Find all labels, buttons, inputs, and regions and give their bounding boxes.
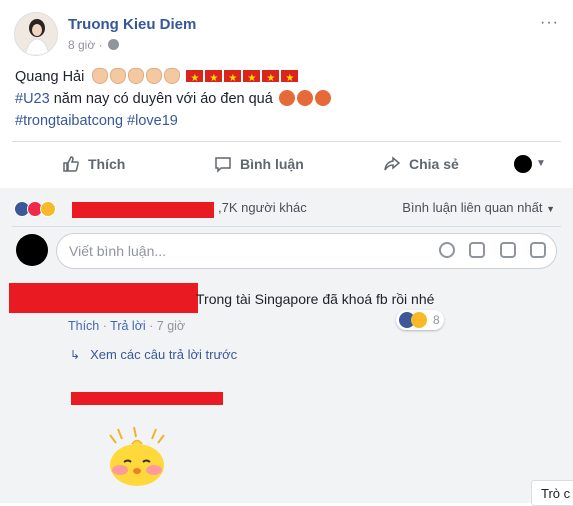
comment-composer: Viết bình luận... bbox=[16, 233, 561, 269]
viewer-avatar[interactable] bbox=[514, 155, 532, 173]
clap-icon bbox=[146, 68, 163, 84]
vietnam-flag-icon bbox=[243, 68, 261, 90]
post-header: Truong Kieu Diem 8 giờ · ··· bbox=[14, 12, 559, 58]
chat-label: Trò c bbox=[541, 486, 571, 501]
camera-icon[interactable] bbox=[469, 242, 486, 258]
share-icon bbox=[384, 156, 401, 171]
more-options-icon[interactable]: ··· bbox=[540, 14, 559, 32]
post-time[interactable]: 8 giờ bbox=[68, 38, 95, 52]
comment-label: Bình luận bbox=[240, 156, 304, 172]
content-line-1: Quang Hải bbox=[15, 66, 331, 90]
clap-icon bbox=[110, 68, 127, 84]
reply-arrow-icon: ↳ bbox=[70, 348, 81, 362]
divider bbox=[12, 226, 561, 227]
content-text-2: năm nay có duyên với áo đen quá bbox=[49, 91, 273, 107]
comment-sort-dropdown[interactable]: Bình luận liên quan nhất ▼ bbox=[402, 200, 555, 215]
share-button[interactable]: Chia sẻ bbox=[383, 146, 459, 182]
content-line-2: #U23 năm nay có duyên với áo đen quá bbox=[15, 88, 331, 110]
viewer-avatar bbox=[16, 234, 48, 266]
content-text-1: Quang Hải bbox=[15, 69, 85, 85]
post-actions: Thích Bình luận Chia sẻ ▼ bbox=[12, 146, 561, 182]
comment-input[interactable]: Viết bình luận... bbox=[56, 233, 557, 269]
content-line-3: #trongtaibatcong #love19 bbox=[15, 110, 331, 132]
gif-icon[interactable] bbox=[499, 242, 516, 258]
post-content: Quang Hải #U23 năm nay có duyên với áo đ… bbox=[15, 66, 331, 132]
comment-reactions[interactable]: 8 bbox=[396, 310, 444, 330]
globe-icon bbox=[107, 39, 119, 50]
view-previous-replies[interactable]: ↳ Xem các câu trả lời trước bbox=[70, 347, 237, 362]
chevron-down-icon: ▼ bbox=[546, 204, 555, 214]
like-label: Thích bbox=[88, 156, 126, 172]
comment-placeholder: Viết bình luận... bbox=[69, 243, 167, 259]
comment-time[interactable]: 7 giờ bbox=[157, 319, 185, 333]
comment-button[interactable]: Bình luận bbox=[214, 146, 304, 182]
sticker-icon[interactable] bbox=[530, 242, 546, 258]
reactions-bar: ,7K người khác Bình luận liên quan nhất … bbox=[14, 199, 559, 219]
author-avatar[interactable] bbox=[14, 12, 58, 56]
comment-sort-label: Bình luận liên quan nhất bbox=[402, 200, 543, 215]
vietnam-flag-icon bbox=[224, 68, 242, 90]
haha-reaction-icon bbox=[411, 312, 427, 328]
redacted-reply-name bbox=[71, 392, 223, 405]
redacted-names bbox=[72, 202, 214, 218]
reaction-count[interactable]: ,7K người khác bbox=[218, 200, 307, 215]
hashtags[interactable]: #trongtaibatcong #love19 bbox=[15, 113, 178, 129]
share-label: Chia sẻ bbox=[409, 156, 459, 172]
chat-tab[interactable]: Trò c bbox=[531, 480, 573, 506]
comment-icon bbox=[215, 157, 231, 173]
like-button[interactable]: Thích bbox=[62, 146, 125, 182]
composer-icons bbox=[429, 242, 546, 263]
angry-face-icon bbox=[296, 90, 313, 106]
divider bbox=[12, 141, 561, 142]
vietnam-flag-icon bbox=[281, 68, 299, 90]
chevron-down-icon[interactable]: ▼ bbox=[536, 146, 546, 182]
vietnam-flag-icon bbox=[186, 68, 204, 90]
comment-reply-link[interactable]: Trả lời bbox=[110, 319, 146, 333]
redacted-commenter bbox=[9, 283, 198, 313]
facebook-post: Truong Kieu Diem 8 giờ · ··· Quang Hải #… bbox=[0, 0, 573, 506]
emoji-icon[interactable] bbox=[438, 242, 455, 258]
comment-reaction-count: 8 bbox=[433, 313, 440, 327]
clap-icon bbox=[128, 68, 145, 84]
clap-icon bbox=[92, 68, 109, 84]
comment-text: Trong tài Singapore đã khoá fb rồi nhé bbox=[196, 291, 435, 307]
angry-face-icon bbox=[278, 90, 295, 106]
vietnam-flag-icon bbox=[262, 68, 280, 90]
comment-meta: Thích · Trả lời · 7 giờ bbox=[68, 319, 186, 333]
hashtag-u23[interactable]: #U23 bbox=[15, 91, 50, 107]
post-meta: 8 giờ · bbox=[68, 38, 119, 52]
chick-sticker-icon bbox=[109, 426, 165, 486]
angry-face-icon bbox=[314, 90, 331, 106]
wow-reaction-icon[interactable] bbox=[40, 201, 56, 217]
thumbs-up-icon bbox=[63, 156, 79, 172]
clap-icon bbox=[164, 68, 181, 84]
author-name[interactable]: Truong Kieu Diem bbox=[68, 16, 196, 33]
vietnam-flag-icon bbox=[205, 68, 223, 90]
author-photo bbox=[15, 13, 57, 55]
comment-like-link[interactable]: Thích bbox=[68, 319, 99, 333]
view-previous-label: Xem các câu trả lời trước bbox=[90, 347, 238, 362]
